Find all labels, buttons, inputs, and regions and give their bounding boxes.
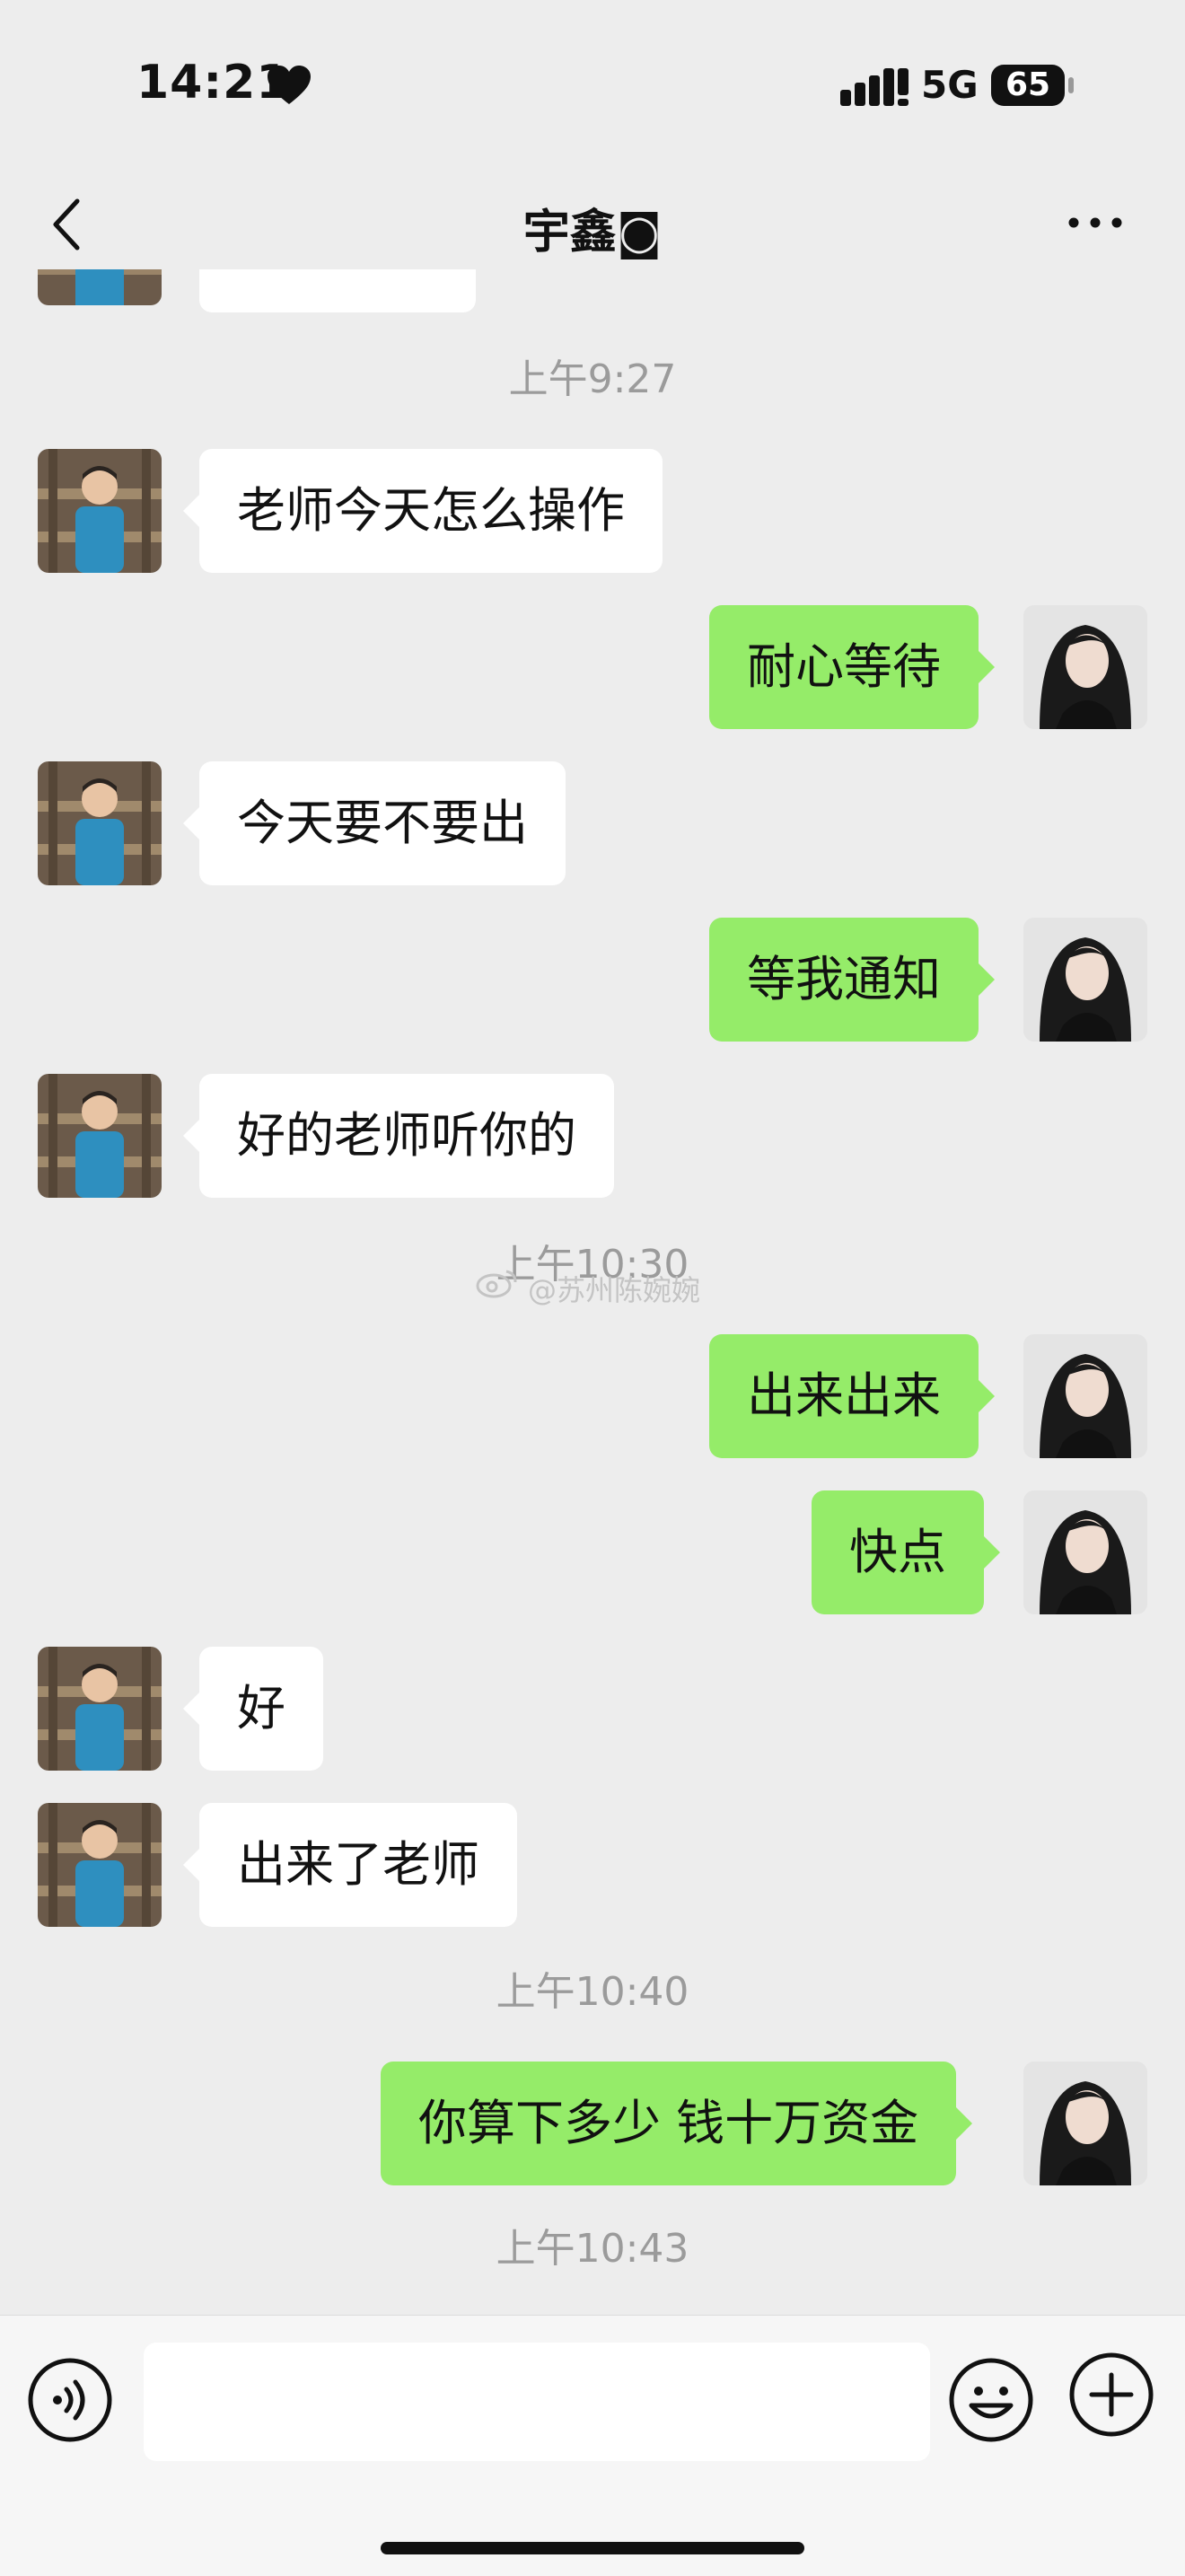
incoming-message-bubble[interactable]	[199, 269, 476, 312]
status-bar: 14:21 5G 65	[0, 0, 1185, 162]
message-timestamp: 上午10:43	[496, 2226, 689, 2272]
incoming-message-bubble[interactable]: 好的老师听你的	[183, 1074, 614, 1198]
avatar-image	[1023, 1490, 1147, 1614]
avatar-image	[38, 1803, 162, 1927]
avatar-image	[1023, 605, 1147, 729]
outgoing-message-bubble[interactable]: 耐心等待	[709, 605, 995, 729]
my-avatar[interactable]	[1023, 1334, 1147, 1458]
contact-name-symbol: ◙	[616, 206, 663, 259]
outgoing-message-bubble[interactable]: 快点	[812, 1490, 1000, 1614]
my-avatar[interactable]	[1023, 918, 1147, 1042]
my-avatar[interactable]	[1023, 1490, 1147, 1614]
avatar-image	[1023, 918, 1147, 1042]
message-input[interactable]	[144, 2343, 930, 2461]
contact-avatar[interactable]	[38, 761, 162, 885]
avatar-image	[38, 761, 162, 885]
signal-icon	[840, 68, 908, 106]
avatar-image	[1023, 2062, 1147, 2185]
message-timestamp: 上午9:27	[508, 356, 677, 402]
incoming-message-bubble[interactable]: 老师今天怎么操作	[183, 449, 663, 573]
my-avatar[interactable]	[1023, 605, 1147, 729]
weibo-logo-icon	[476, 1270, 517, 1298]
contact-avatar[interactable]	[38, 1803, 162, 1927]
home-indicator	[381, 2542, 804, 2554]
incoming-message-bubble[interactable]: 今天要不要出	[183, 761, 566, 885]
my-avatar[interactable]	[1023, 2062, 1147, 2185]
emoji-icon[interactable]	[948, 2357, 1034, 2443]
contact-avatar[interactable]	[38, 269, 162, 305]
outgoing-message-bubble[interactable]: 你算下多少 钱十万资金	[381, 2062, 973, 2185]
contact-name: 宇鑫	[522, 206, 617, 259]
heart-icon	[268, 66, 311, 104]
message-timestamp: 上午10:40	[496, 1969, 689, 2015]
more-dots-icon[interactable]	[1066, 214, 1124, 232]
battery-tip	[1068, 77, 1074, 93]
avatar-image	[38, 269, 162, 305]
avatar-image	[38, 1647, 162, 1771]
chat-title: 宇鑫◙	[0, 194, 1185, 261]
avatar-image	[38, 449, 162, 573]
incoming-message-bubble[interactable]: 出来了老师	[183, 1803, 517, 1927]
voice-icon[interactable]	[27, 2357, 113, 2443]
contact-avatar[interactable]	[38, 1074, 162, 1198]
chat-header: 宇鑫◙	[0, 180, 1185, 269]
watermark: @苏州陈婉婉	[476, 1266, 700, 1307]
input-bar	[0, 2315, 1185, 2576]
network-label: 5G	[921, 63, 979, 107]
avatar-image	[1023, 1334, 1147, 1458]
outgoing-message-bubble[interactable]: 等我通知	[709, 918, 995, 1042]
battery-icon: 65	[991, 65, 1065, 106]
incoming-message-bubble[interactable]: 好	[183, 1647, 323, 1771]
outgoing-message-bubble[interactable]: 出来出来	[709, 1334, 995, 1458]
battery-level: 65	[1005, 66, 1051, 103]
avatar-image	[38, 1074, 162, 1198]
plus-icon[interactable]	[1068, 2352, 1154, 2438]
contact-avatar[interactable]	[38, 1647, 162, 1771]
contact-avatar[interactable]	[38, 449, 162, 573]
watermark-text: @苏州陈婉婉	[528, 1273, 701, 1307]
